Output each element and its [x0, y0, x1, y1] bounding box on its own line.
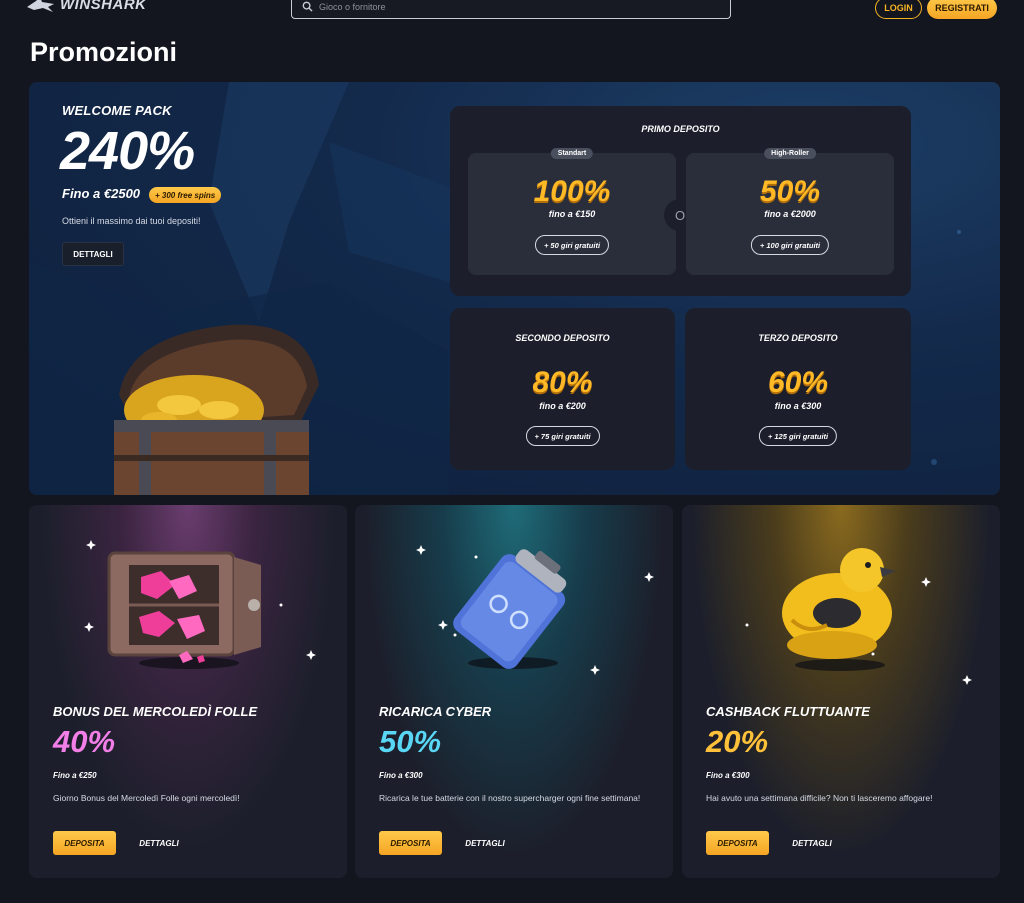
deposit-button[interactable]: DEPOSITA	[53, 831, 116, 855]
details-button[interactable]: DETTAGLI	[782, 831, 842, 855]
register-button[interactable]: REGISTRATI	[927, 0, 997, 19]
promo-title: CASHBACK FLUTTUANTE	[706, 704, 870, 719]
high-roller-percent: 50%	[759, 175, 821, 208]
first-deposit-panel: PRIMO DEPOSITO Standart 100% fino a €150…	[450, 106, 911, 296]
promo-percent: 20%	[706, 724, 769, 759]
third-deposit-title: TERZO DEPOSITO	[758, 333, 838, 343]
top-bar: WINSHARK LOGIN REGISTRATI	[0, 0, 1024, 26]
logo[interactable]: WINSHARK	[26, 0, 147, 13]
second-deposit-title: SECONDO DEPOSITO	[515, 333, 610, 343]
high-roller-badge: High-Roller	[764, 148, 816, 159]
welcome-pack-label: WELCOME PACK	[62, 103, 172, 118]
promo-up-to: Fino a €300	[379, 771, 423, 780]
search-icon	[302, 1, 313, 12]
promo-percent: 50%	[379, 724, 442, 759]
details-button[interactable]: DETTAGLI	[129, 831, 189, 855]
first-deposit-title: PRIMO DEPOSITO	[641, 124, 720, 134]
free-spins-badge: + 300 free spins	[149, 187, 222, 203]
welcome-pack-up-to: Fino a €2500	[62, 186, 141, 201]
standard-spins-pill: + 50 giri gratuiti	[534, 235, 610, 255]
welcome-pack-details-button[interactable]: DETTAGLI	[62, 242, 124, 266]
battery-image	[416, 545, 654, 675]
safe-with-gems-image	[84, 540, 316, 669]
promo-title: BONUS DEL MERCOLEDÌ FOLLE	[53, 704, 258, 719]
second-deposit-up-to: fino a €200	[539, 401, 586, 411]
search-bar[interactable]	[291, 0, 731, 19]
welcome-pack-banner: WELCOME PACK 240% Fino a €2500 + 300 fre…	[29, 82, 1000, 495]
welcome-pack-description: Ottieni il massimo dai tuoi depositi!	[62, 216, 201, 226]
details-button[interactable]: DETTAGLI	[455, 831, 515, 855]
standard-up-to: fino a €150	[548, 209, 596, 219]
promo-card-wednesday: BONUS DEL MERCOLEDÌ FOLLE 40% Fino a €25…	[29, 505, 347, 878]
welcome-pack-percent: 240%	[60, 121, 195, 181]
promo-up-to: Fino a €250	[53, 771, 97, 780]
promo-percent: 40%	[53, 724, 116, 759]
promo-title: RICARICA CYBER	[379, 704, 492, 719]
search-input[interactable]	[319, 1, 719, 12]
logo-text: WINSHARK	[60, 0, 147, 13]
third-deposit-panel: TERZO DEPOSITO 60% fino a €300 + 125 gir…	[685, 308, 911, 470]
standard-badge: Standart	[550, 148, 594, 159]
promo-up-to: Fino a €300	[706, 771, 750, 780]
third-deposit-percent: 60%	[767, 366, 829, 399]
page-title: Promozioni	[30, 37, 177, 67]
shark-logo-icon	[27, 0, 54, 12]
first-deposit-standard-option: Standart 100% fino a €150 + 50 giri grat…	[468, 148, 676, 275]
first-deposit-high-roller-option: High-Roller 50% fino a €2000 + 100 giri …	[686, 148, 894, 275]
deposit-button[interactable]: DEPOSITA	[706, 831, 769, 855]
high-roller-up-to: fino a €2000	[764, 209, 816, 219]
high-roller-spins-pill: + 100 giri gratuiti	[750, 235, 830, 255]
second-deposit-panel: SECONDO DEPOSITO 80% fino a €200 + 75 gi…	[450, 308, 675, 470]
promo-description: Hai avuto una settimana difficile? Non t…	[706, 793, 933, 803]
treasure-chest-image	[114, 324, 319, 495]
promo-card-cyber-recharge: RICARICA CYBER 50% Fino a €300 Ricarica …	[355, 505, 673, 878]
standard-percent: 100%	[533, 175, 611, 208]
third-deposit-up-to: fino a €300	[774, 401, 822, 411]
second-deposit-spins-pill: + 75 giri gratuiti	[525, 426, 600, 446]
duck-float-image	[745, 548, 972, 685]
login-button[interactable]: LOGIN	[875, 0, 922, 19]
promo-description: Ricarica le tue batterie con il nostro s…	[379, 793, 641, 803]
promo-description: Giorno Bonus del Mercoledì Folle ogni me…	[53, 793, 240, 803]
deposit-button[interactable]: DEPOSITA	[379, 831, 442, 855]
second-deposit-percent: 80%	[532, 366, 593, 399]
third-deposit-spins-pill: + 125 giri gratuiti	[758, 426, 838, 446]
promo-card-floating-cashback: CASHBACK FLUTTUANTE 20% Fino a €300 Hai …	[682, 505, 1000, 878]
